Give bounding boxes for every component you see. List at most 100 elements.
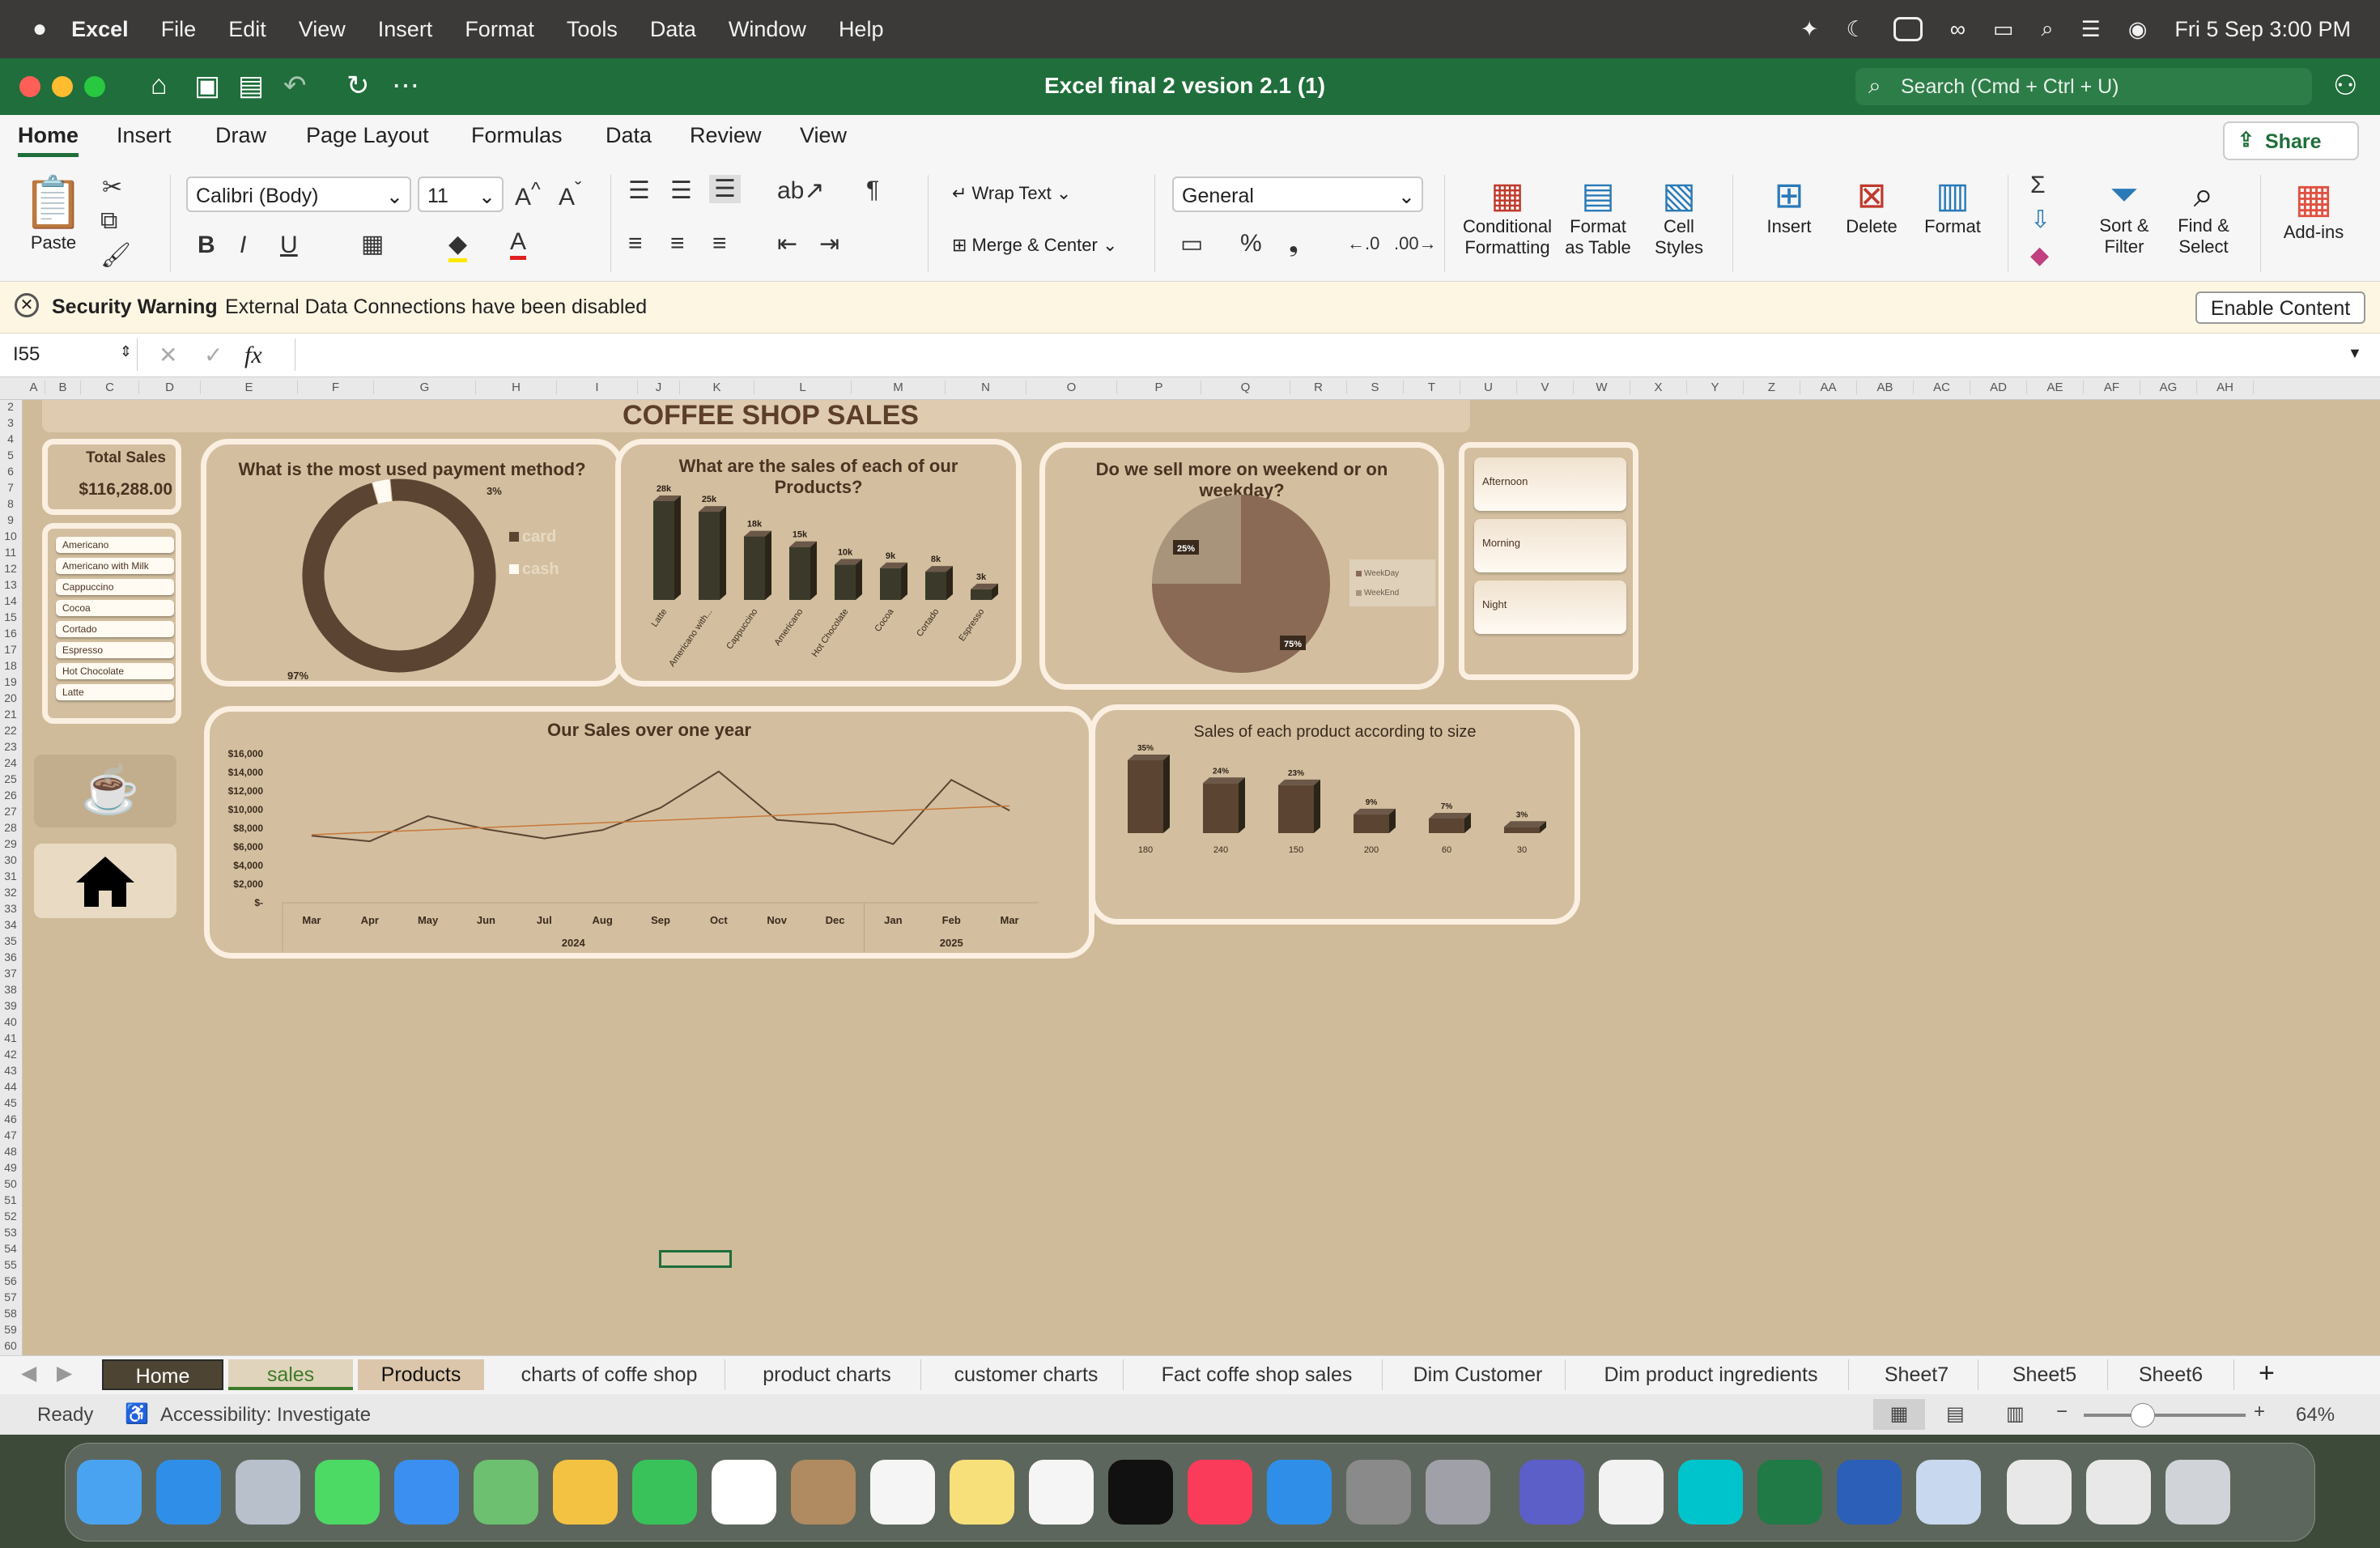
home-icon-button[interactable] <box>34 844 176 918</box>
format-as-table-button[interactable]: ▤ Format as Table <box>1556 175 1640 258</box>
row-header[interactable]: 45 <box>0 1096 21 1112</box>
add-ins-button[interactable]: ▦ Add-ins <box>2272 175 2356 243</box>
product-slicer-item[interactable]: Americano <box>56 537 174 553</box>
zoom-level[interactable]: 64% <box>2296 1404 2335 1427</box>
row-header[interactable]: 46 <box>0 1112 21 1129</box>
app-store-icon[interactable] <box>1267 1460 1332 1525</box>
row-header[interactable]: 5 <box>0 449 21 465</box>
apple-icon[interactable]: ● <box>32 15 47 43</box>
finder-icon[interactable] <box>77 1460 142 1525</box>
menu-file[interactable]: File <box>161 17 197 42</box>
find-select-button[interactable]: ⌕ Find & Select <box>2161 175 2246 257</box>
minimize-window-button[interactable] <box>52 76 73 97</box>
format-cells-button[interactable]: ▥ Format <box>1912 175 1993 237</box>
row-header[interactable]: 55 <box>0 1258 21 1274</box>
column-header-n[interactable]: N <box>946 381 1026 394</box>
canva-icon[interactable] <box>1678 1460 1743 1525</box>
conditional-formatting-button[interactable]: ▦ Conditional Formatting <box>1457 175 1558 258</box>
xlsx-file-icon[interactable] <box>2007 1460 2072 1525</box>
row-header[interactable]: 49 <box>0 1161 21 1177</box>
word-icon[interactable] <box>1837 1460 1902 1525</box>
product-slicer-item[interactable]: Americano with Milk <box>56 558 174 574</box>
sheet-tab-charts-of-coffe-shop[interactable]: charts of coffe shop <box>494 1359 725 1390</box>
time-slicer-item[interactable]: Morning <box>1474 519 1626 572</box>
increase-decimal-icon[interactable]: ←.0 <box>1347 233 1379 254</box>
fill-icon[interactable]: ⇩ <box>2030 206 2051 234</box>
zoom-in-icon[interactable]: + <box>2254 1401 2265 1423</box>
row-header[interactable]: 2 <box>0 400 21 416</box>
sort-filter-button[interactable]: ⏷ Sort & Filter <box>2082 175 2166 257</box>
spreadsheet-file-icon[interactable] <box>2086 1460 2151 1525</box>
column-header-ae[interactable]: AE <box>2027 381 2084 394</box>
autosum-icon[interactable]: Σ <box>2030 172 2046 199</box>
calendar-icon[interactable] <box>712 1460 776 1525</box>
menu-insert[interactable]: Insert <box>378 17 433 42</box>
paste-button[interactable]: 📋 Paste <box>19 173 87 253</box>
row-header[interactable]: 9 <box>0 513 21 529</box>
copy-icon[interactable]: ⧉ <box>100 207 117 235</box>
column-header-ag[interactable]: AG <box>2140 381 2197 394</box>
row-header[interactable]: 15 <box>0 610 21 627</box>
mail-icon[interactable] <box>394 1460 459 1525</box>
menu-view[interactable]: View <box>299 17 346 42</box>
row-header[interactable]: 52 <box>0 1210 21 1226</box>
format-painter-icon[interactable]: 🖌 <box>100 241 131 270</box>
column-header-h[interactable]: H <box>476 381 557 394</box>
row-header[interactable]: 20 <box>0 691 21 708</box>
row-header[interactable]: 47 <box>0 1129 21 1145</box>
column-header-y[interactable]: Y <box>1687 381 1744 394</box>
sheet-tab-customer-charts[interactable]: customer charts <box>929 1359 1124 1390</box>
column-header-f[interactable]: F <box>298 381 374 394</box>
system-settings-icon[interactable] <box>1346 1460 1411 1525</box>
row-header[interactable]: 21 <box>0 708 21 724</box>
expand-formula-icon[interactable]: ▼ <box>2348 345 2362 362</box>
teams-status-icon[interactable]: ✦ <box>1800 17 1819 42</box>
column-header-ac[interactable]: AC <box>1914 381 1970 394</box>
time-slicer-item[interactable]: Afternoon <box>1474 457 1626 511</box>
sheet-tab-fact-coffe-shop-sales[interactable]: Fact coffe shop sales <box>1132 1359 1383 1390</box>
page-layout-view-icon[interactable]: ▤ <box>1946 1402 1965 1426</box>
row-header[interactable]: 48 <box>0 1145 21 1161</box>
column-header-u[interactable]: U <box>1460 381 1517 394</box>
reminders-icon[interactable] <box>870 1460 935 1525</box>
share-button[interactable]: ⇪ Share <box>2223 121 2359 160</box>
row-header[interactable]: 13 <box>0 578 21 594</box>
launchpad-icon[interactable] <box>236 1460 300 1525</box>
row-header[interactable]: 42 <box>0 1048 21 1064</box>
column-header-l[interactable]: L <box>754 381 852 394</box>
row-header[interactable]: 37 <box>0 967 21 983</box>
increase-indent-icon[interactable]: ⇥ <box>819 230 839 258</box>
row-header[interactable]: 50 <box>0 1177 21 1193</box>
more-icon[interactable]: ⋯ <box>392 70 419 102</box>
undo-icon[interactable]: ↶ <box>283 70 307 102</box>
row-header[interactable]: 54 <box>0 1242 21 1258</box>
contacts-icon[interactable] <box>791 1460 856 1525</box>
collaborate-icon[interactable]: ⚇ <box>2333 70 2357 102</box>
payment-method-chart[interactable]: What is the most used payment method? 97… <box>201 439 623 687</box>
tab-home[interactable]: Home <box>18 123 79 157</box>
close-window-button[interactable] <box>19 76 40 97</box>
row-header[interactable]: 26 <box>0 789 21 805</box>
menu-help[interactable]: Help <box>839 17 884 42</box>
column-header-m[interactable]: M <box>852 381 946 394</box>
page-break-view-icon[interactable]: ▥ <box>2006 1402 2025 1426</box>
input-source-icon[interactable] <box>1893 17 1923 41</box>
tab-page-layout[interactable]: Page Layout <box>306 123 429 148</box>
column-header-af[interactable]: AF <box>2084 381 2140 394</box>
sheet-tab-dim-customer[interactable]: Dim Customer <box>1391 1359 1566 1390</box>
freeform-icon[interactable] <box>1029 1460 1094 1525</box>
column-header-a[interactable]: A <box>23 381 45 394</box>
orientation-icon[interactable]: ab↗ <box>777 176 825 205</box>
sheet-tab-products[interactable]: Products <box>358 1359 484 1390</box>
row-header[interactable]: 19 <box>0 675 21 691</box>
comma-style-icon[interactable]: ❟ <box>1289 230 1298 257</box>
tab-insert[interactable]: Insert <box>117 123 172 148</box>
worksheet-grid[interactable]: COFFEE SHOP SALES Total Sales $116,288.0… <box>23 400 2380 1355</box>
menu-tools[interactable]: Tools <box>567 17 618 42</box>
row-header[interactable]: 7 <box>0 481 21 497</box>
tv-icon[interactable] <box>1108 1460 1173 1525</box>
row-header[interactable]: 36 <box>0 950 21 967</box>
column-header-t[interactable]: T <box>1404 381 1460 394</box>
align-bottom-icon[interactable]: ☰ <box>709 175 741 203</box>
column-header-s[interactable]: S <box>1347 381 1404 394</box>
